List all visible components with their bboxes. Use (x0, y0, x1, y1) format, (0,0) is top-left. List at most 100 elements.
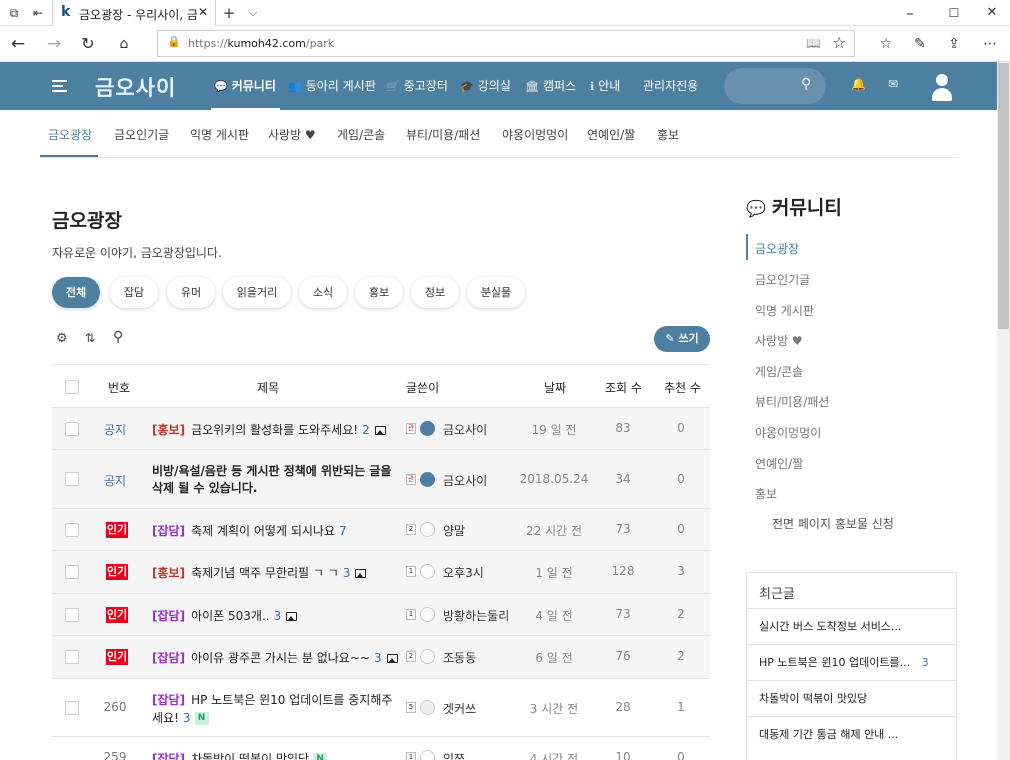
sidebar-item-celeb[interactable]: 연예인/짤 (755, 455, 803, 472)
tab-list-chevron-icon[interactable]: ⌵ (244, 0, 262, 26)
row-title[interactable]: [잡담] 아이유 광주콘 가시는 분 없나요~~ 3 (152, 649, 398, 666)
nav-campus[interactable]: 🏛 캠퍼스 (525, 62, 576, 110)
sort-icon[interactable]: ⇅ (85, 331, 95, 345)
filter-news[interactable]: 소식 (299, 277, 347, 308)
row-title[interactable]: [잡담] 차돌박이 떡볶이 맛있당 N (152, 750, 328, 760)
filter-info[interactable]: 정보 (411, 277, 459, 308)
close-tab-icon[interactable]: ✕ (198, 5, 208, 19)
nav-market[interactable]: 🛒 중고장터 (386, 62, 448, 110)
col-date[interactable]: 날짜 (544, 379, 566, 396)
subnav-popular[interactable]: 금오인기글 (114, 126, 169, 143)
forward-icon[interactable]: → (44, 31, 64, 57)
row-checkbox[interactable] (65, 523, 79, 537)
col-likes[interactable]: 추천 수 (664, 379, 701, 396)
row-checkbox[interactable] (65, 701, 79, 715)
url-field[interactable]: 🔒 https://kumoh42.com/park 📖 ☆ (157, 30, 855, 57)
sidebar-item-popular[interactable]: 금오인기글 (755, 271, 810, 288)
col-title[interactable]: 제목 (257, 379, 279, 396)
search-input[interactable]: ⚲ (724, 68, 826, 104)
row-checkbox[interactable] (65, 565, 79, 579)
subnav-lounge[interactable]: 사랑방 ♥ (268, 126, 316, 143)
search-icon[interactable]: ⚲ (113, 329, 123, 345)
nav-classroom[interactable]: 🎓 강의실 (460, 62, 511, 110)
table-row[interactable]: 260 [잡담] HP 노트북은 윈10 업데이트를 중지해주 세요! 3 N 5 겟커… (52, 679, 710, 737)
row-checkbox[interactable] (65, 650, 79, 664)
site-logo[interactable]: 금오사이 (95, 72, 176, 102)
select-all-checkbox[interactable] (65, 380, 79, 394)
gear-icon[interactable]: ⚙ (56, 331, 68, 346)
filter-chat[interactable]: 잡담 (110, 277, 158, 308)
set-aside-tabs-icon[interactable]: ⇤ (28, 0, 48, 26)
row-writer[interactable]: 겟커쓰 (443, 700, 476, 717)
refresh-icon[interactable]: ↻ (78, 31, 98, 57)
recent-post-item[interactable]: 실시간 버스 도착정보 서비스... (747, 608, 956, 644)
row-title[interactable]: 비방/욕설/음란 등 게시판 정책에 위반되는 글을 삭제 될 수 있습니다. (152, 463, 391, 497)
home-icon[interactable]: ⌂ (114, 31, 134, 57)
row-checkbox[interactable] (65, 608, 79, 622)
sidebar-item-game[interactable]: 게임/콘솔 (755, 363, 803, 380)
col-views[interactable]: 조회 수 (605, 379, 642, 396)
nav-community[interactable]: 💬 커뮤니티 (214, 62, 276, 110)
sidebar-item-promo-request[interactable]: 전면 페이지 홍보물 신청 (772, 515, 894, 532)
pen-icon[interactable]: ✎ (910, 31, 930, 57)
recent-post-item[interactable]: 대동제 기간 통금 해제 안내 ... (747, 716, 956, 752)
row-title[interactable]: [잡담] 아이폰 503개.. 3 (152, 607, 298, 624)
row-writer[interactable]: 오후3시 (443, 564, 484, 581)
row-title[interactable]: [잡담] HP 노트북은 윈10 업데이트를 중지해주 세요! 3 N (152, 691, 392, 727)
table-row[interactable]: 인기 [잡담] 아이폰 503개.. 3 1 방황하는둘리 4 일 전 73 2 (52, 594, 710, 636)
row-writer[interactable]: 익쪼 (443, 750, 465, 760)
maximize-icon[interactable]: ☐ (944, 0, 964, 26)
sidebar-item-anonymous[interactable]: 익명 게시판 (755, 302, 814, 319)
tab-actions-icon[interactable]: ⧉ (4, 0, 24, 26)
row-writer[interactable]: 조동동 (443, 649, 476, 666)
col-number[interactable]: 번호 (108, 379, 130, 396)
filter-all[interactable]: 전체 (52, 277, 100, 308)
table-row[interactable]: 259 [잡담] 차돌박이 떡볶이 맛있당 N 1 익쪼 4 시간 전 10 0 (52, 737, 710, 760)
nav-admin[interactable]: 관리자전용 (643, 62, 698, 110)
back-icon[interactable]: ← (8, 31, 28, 57)
more-icon[interactable]: ⋯ (980, 31, 1000, 57)
favorites-list-icon[interactable]: ☆ (876, 31, 896, 57)
table-row[interactable]: 인기 [홍보] 축제기념 맥주 무한리필 ㄱ ㄱ3 1 오후3시 1 일 전 12… (52, 551, 710, 594)
subnav-plaza[interactable]: 금오광장 (48, 126, 92, 143)
new-tab-icon[interactable]: + (220, 0, 238, 26)
subnav-celeb[interactable]: 연예인/짤 (587, 126, 635, 143)
table-row[interactable]: 인기 [잡담] 아이유 광주콘 가시는 분 없나요~~ 3 2 조동동 6 일 전 … (52, 636, 710, 679)
row-title[interactable]: [홍보] 축제기념 맥주 무한리필 ㄱ ㄱ3 (152, 564, 367, 581)
user-avatar-icon[interactable] (931, 74, 953, 102)
minimize-icon[interactable]: – (900, 0, 920, 26)
filter-humor[interactable]: 유머 (167, 277, 215, 308)
write-button[interactable]: ✎ 쓰기 (654, 326, 710, 352)
sidebar-item-lounge[interactable]: 사랑방 ♥ (755, 332, 803, 349)
col-writer[interactable]: 글쓴이 (406, 379, 439, 396)
row-checkbox[interactable] (65, 472, 79, 486)
share-icon[interactable]: ⇪ (944, 31, 964, 57)
row-writer[interactable]: 금오사이 (443, 472, 487, 489)
subnav-anonymous[interactable]: 익명 게시판 (190, 126, 249, 143)
table-row[interactable]: 공지 비방/욕설/음란 등 게시판 정책에 위반되는 글을 삭제 될 수 있습니다… (52, 450, 710, 509)
browser-tab[interactable]: k 금오광장 - 우리사이, 금 ✕ (52, 0, 216, 26)
scrollbar-thumb[interactable] (998, 63, 1009, 329)
row-writer[interactable]: 금오사이 (443, 421, 487, 438)
subnav-beauty[interactable]: 뷰티/미용/패션 (406, 126, 480, 143)
subnav-pets[interactable]: 야옹이멍멍이 (502, 126, 568, 143)
recent-post-item[interactable]: HP 노트북은 윈10 업데이트를... 3 (747, 644, 956, 680)
favorite-star-icon[interactable]: ☆ (832, 33, 846, 52)
filter-lost[interactable]: 분실물 (467, 277, 525, 308)
close-window-icon[interactable]: ✕ (982, 0, 1002, 26)
sidebar-item-promo[interactable]: 홍보 (755, 485, 777, 502)
reading-view-icon[interactable]: 📖 (806, 36, 821, 50)
table-row[interactable]: 인기 [잡담] 축제 계획이 어떻게 되시나요 7 2 양말 22 시간 전 73 … (52, 509, 710, 551)
nav-club-board[interactable]: 👥 동아리 게시판 (288, 62, 376, 110)
subnav-game[interactable]: 게임/콘솔 (337, 126, 385, 143)
search-icon[interactable]: ⚲ (801, 76, 811, 92)
filter-reading[interactable]: 읽을거리 (223, 277, 291, 308)
row-title[interactable]: [홍보] 금오위키의 활성화를 도와주세요! 2 (152, 421, 386, 438)
filter-promo[interactable]: 홍보 (355, 277, 403, 308)
sidebar-item-plaza[interactable]: 금오광장 (755, 240, 799, 257)
sidebar-item-beauty[interactable]: 뷰티/미용/패션 (755, 393, 829, 410)
row-writer[interactable]: 방황하는둘리 (443, 607, 509, 624)
subnav-promo[interactable]: 홍보 (657, 126, 679, 143)
recent-post-item[interactable]: 차돌박이 떡볶이 맛있당 (747, 680, 956, 716)
nav-info[interactable]: ℹ 안내 (590, 62, 620, 110)
